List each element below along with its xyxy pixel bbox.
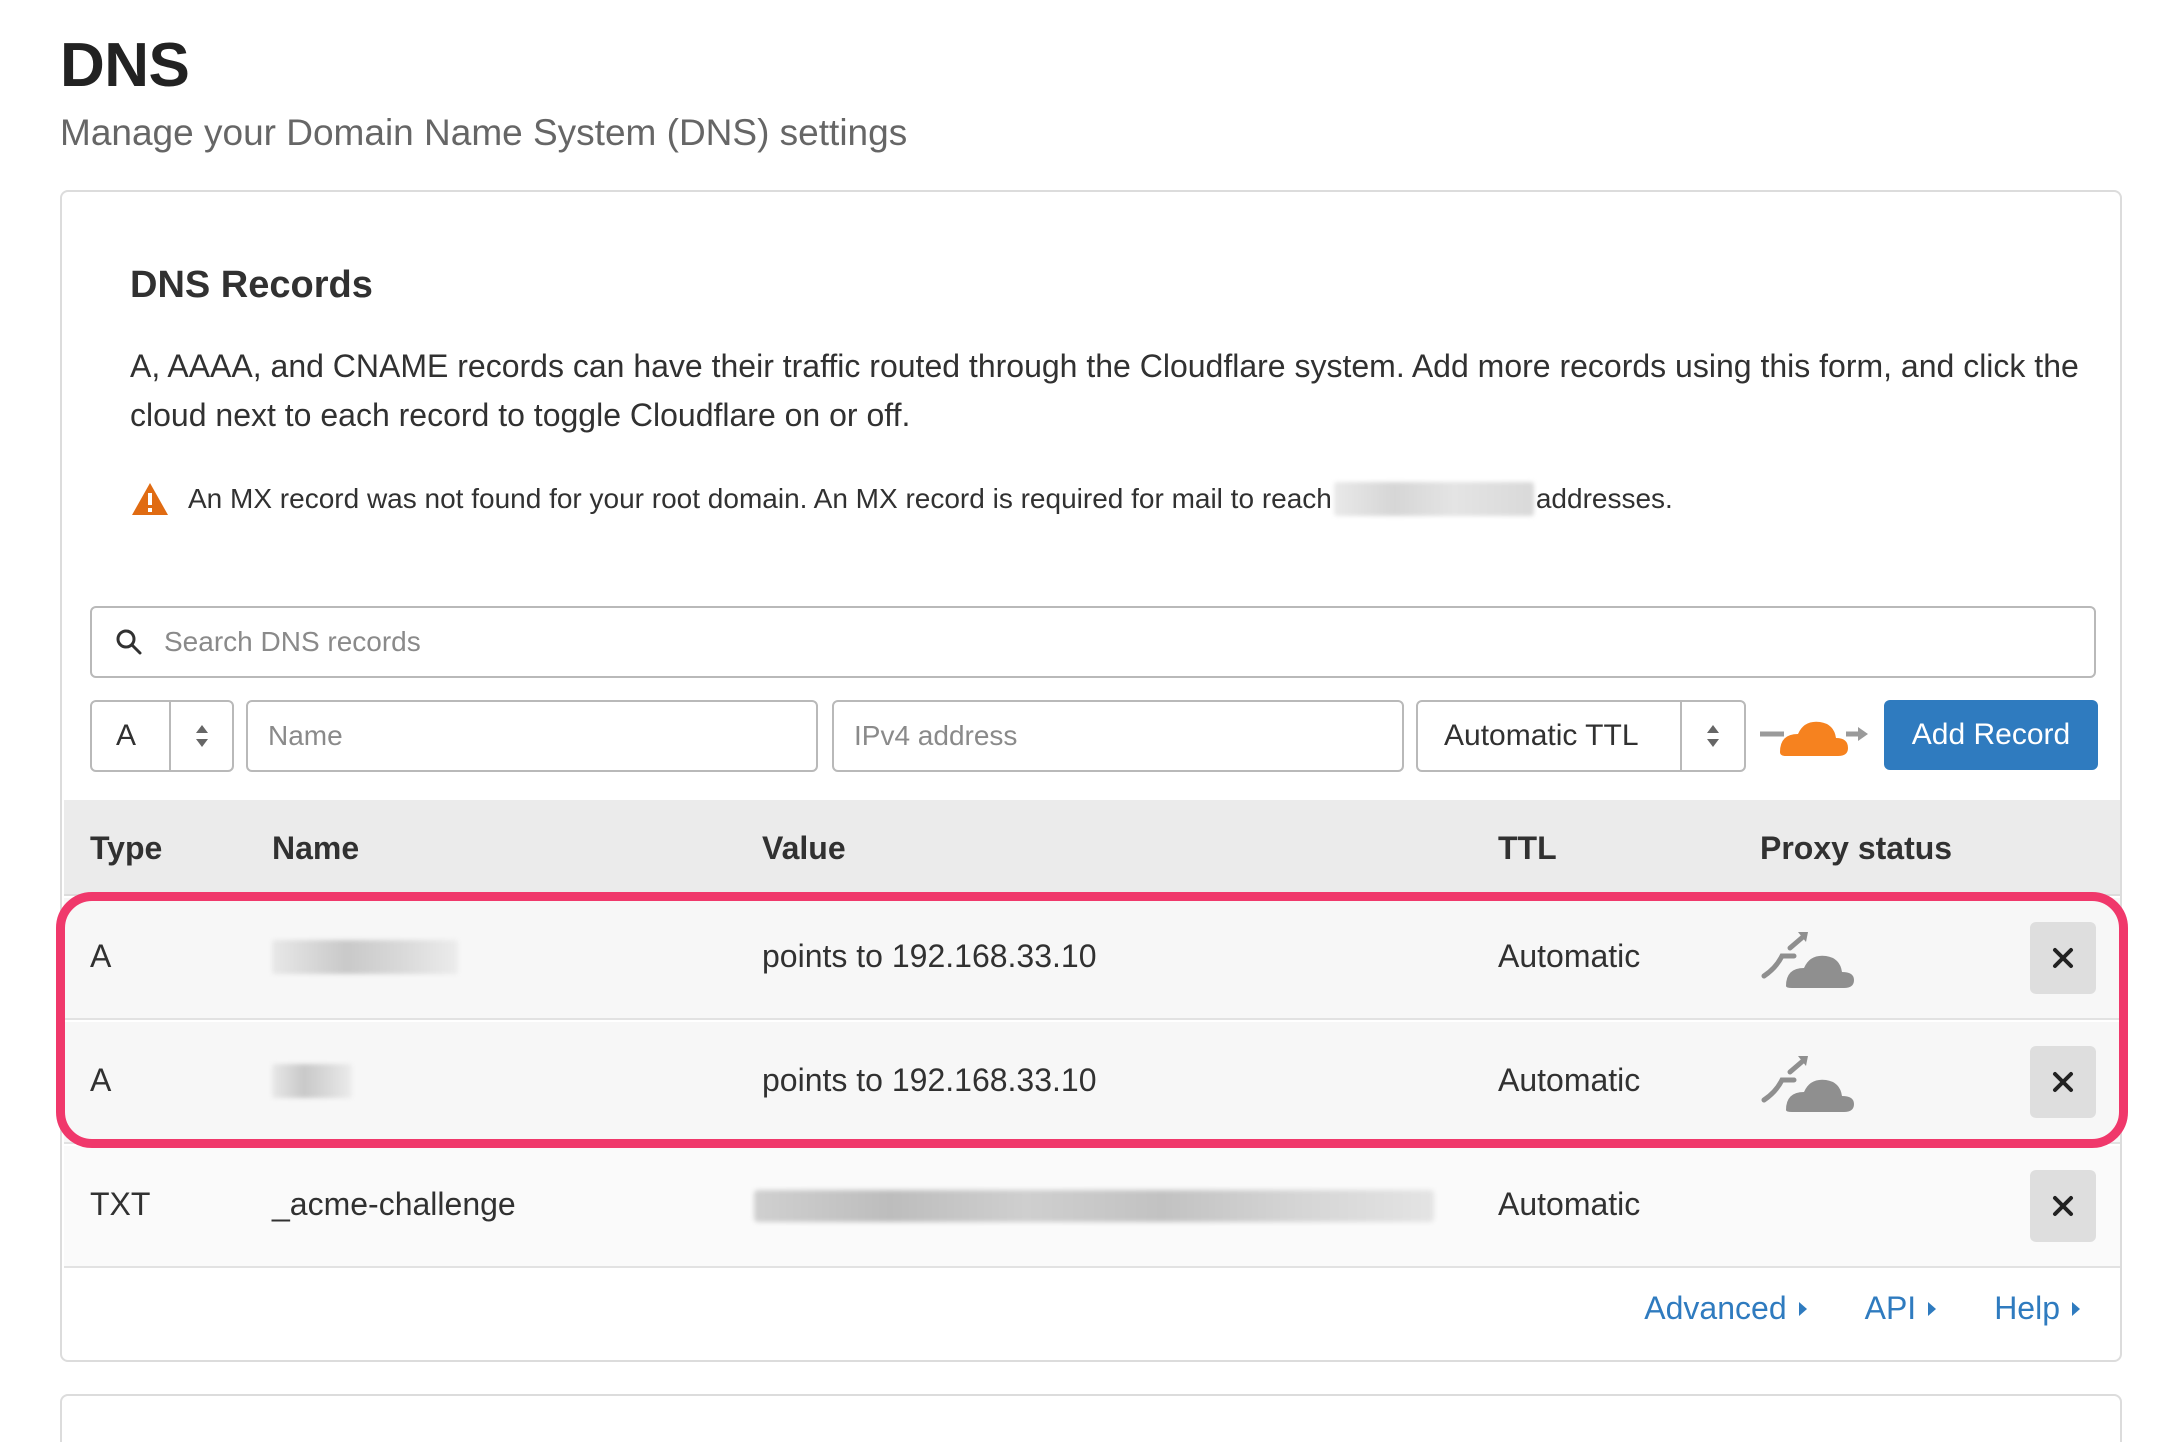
next-card bbox=[60, 1394, 2122, 1442]
warning-text-end: addresses. bbox=[1535, 483, 1673, 514]
page-title: DNS bbox=[60, 31, 190, 100]
record-type: A bbox=[90, 1062, 112, 1098]
record-ttl: Automatic bbox=[1498, 1186, 1641, 1222]
table-row[interactable]: A points to 192.168.33.10 Automatic bbox=[64, 1022, 2120, 1144]
record-name: _acme-challenge bbox=[272, 1186, 516, 1222]
select-arrows-icon bbox=[169, 702, 232, 770]
help-link-label: Help bbox=[1994, 1290, 2060, 1326]
grey-cloud-dns-only-icon[interactable] bbox=[1760, 928, 1860, 992]
card-title: DNS Records bbox=[130, 264, 373, 306]
close-icon bbox=[2053, 948, 2073, 968]
advanced-link[interactable]: Advanced bbox=[1644, 1290, 1807, 1327]
record-type: TXT bbox=[90, 1186, 151, 1222]
header-name: Name bbox=[272, 830, 360, 866]
help-link[interactable]: Help bbox=[1994, 1290, 2080, 1327]
page-subtitle: Manage your Domain Name System (DNS) set… bbox=[60, 112, 908, 153]
caret-right-icon bbox=[1798, 1301, 1807, 1316]
footer-links: Advanced API Help bbox=[1644, 1290, 2080, 1327]
header-value: Value bbox=[762, 830, 846, 866]
close-icon bbox=[2053, 1072, 2073, 1092]
record-ttl: Automatic bbox=[1498, 938, 1641, 974]
orange-cloud-proxy-toggle-icon[interactable] bbox=[1758, 708, 1868, 764]
table-header: Type Name Value TTL Proxy status bbox=[64, 800, 2120, 896]
header-type: Type bbox=[90, 830, 163, 866]
api-link-label: API bbox=[1864, 1290, 1917, 1326]
ipv4-field[interactable] bbox=[832, 700, 1404, 772]
ipv4-input[interactable] bbox=[834, 720, 1402, 752]
add-record-button[interactable]: Add Record bbox=[1884, 700, 2098, 770]
record-type-value: A bbox=[116, 719, 137, 752]
redacted-record-name bbox=[272, 940, 458, 974]
header-ttl: TTL bbox=[1498, 830, 1557, 866]
ttl-value: Automatic TTL bbox=[1444, 719, 1639, 752]
select-arrows-icon bbox=[1680, 702, 1744, 770]
record-type-select[interactable]: A bbox=[90, 700, 234, 772]
delete-record-button[interactable] bbox=[2030, 1046, 2096, 1118]
delete-record-button[interactable] bbox=[2030, 1170, 2096, 1242]
grey-cloud-dns-only-icon[interactable] bbox=[1760, 1052, 1860, 1116]
ttl-select[interactable]: Automatic TTL bbox=[1416, 700, 1746, 772]
name-field[interactable] bbox=[246, 700, 818, 772]
caret-right-icon bbox=[1928, 1301, 1937, 1316]
search-icon bbox=[116, 629, 142, 655]
redacted-record-value bbox=[754, 1190, 1434, 1222]
search-box[interactable] bbox=[90, 606, 2096, 678]
record-type: A bbox=[90, 938, 112, 974]
table-row[interactable]: TXT _acme-challenge Automatic bbox=[64, 1146, 2120, 1268]
mx-warning: An MX record was not found for your root… bbox=[130, 474, 1673, 524]
caret-right-icon bbox=[2072, 1301, 2080, 1316]
name-input[interactable] bbox=[248, 720, 816, 752]
search-input[interactable] bbox=[164, 626, 2064, 658]
warning-icon bbox=[132, 483, 168, 515]
table-row[interactable]: A points to 192.168.33.10 Automatic bbox=[64, 898, 2120, 1020]
record-value: points to 192.168.33.10 bbox=[762, 1062, 1097, 1098]
delete-record-button[interactable] bbox=[2030, 922, 2096, 994]
api-link[interactable]: API bbox=[1865, 1290, 1937, 1327]
dns-records-card: DNS Records A, AAAA, and CNAME records c… bbox=[60, 190, 2122, 1362]
header-proxy-status: Proxy status bbox=[1760, 830, 1953, 866]
close-icon bbox=[2053, 1196, 2073, 1216]
warning-text-start: An MX record was not found for your root… bbox=[188, 483, 1332, 514]
redacted-record-name bbox=[272, 1064, 352, 1098]
redacted-domain bbox=[1333, 482, 1534, 516]
record-ttl: Automatic bbox=[1498, 1062, 1641, 1098]
card-description: A, AAAA, and CNAME records can have thei… bbox=[130, 348, 2079, 433]
record-value: points to 192.168.33.10 bbox=[762, 938, 1097, 974]
advanced-link-label: Advanced bbox=[1644, 1290, 1787, 1326]
